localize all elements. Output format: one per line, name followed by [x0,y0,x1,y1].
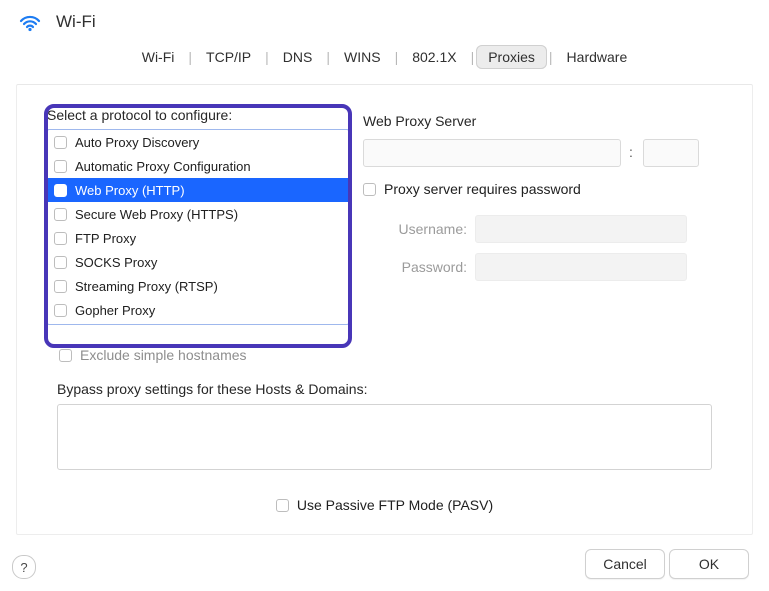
tab-bar: Wi-Fi | TCP/IP | DNS | WINS | 802.1X | P… [0,42,769,72]
proxy-port-input[interactable] [643,139,699,167]
tab-separator: | [324,49,332,65]
protocol-row-gopher[interactable]: Gopher Proxy [48,298,348,322]
protocol-label-text: FTP Proxy [75,231,136,246]
checkbox[interactable] [54,256,67,269]
bottom-bar: ? Cancel OK [0,543,769,579]
help-button[interactable]: ? [12,555,36,579]
checkbox[interactable] [276,499,289,512]
checkbox[interactable] [54,184,67,197]
protocol-label-text: SOCKS Proxy [75,255,157,270]
checkbox[interactable] [54,160,67,173]
protocol-label-text: Streaming Proxy (RTSP) [75,279,218,294]
checkbox[interactable] [363,183,376,196]
wifi-proxies-window: Wi-Fi Wi-Fi | TCP/IP | DNS | WINS | 802.… [0,0,769,591]
tab-wifi[interactable]: Wi-Fi [130,45,187,70]
checkbox[interactable] [54,280,67,293]
window-title: Wi-Fi [56,12,96,32]
protocol-row-rtsp[interactable]: Streaming Proxy (RTSP) [48,274,348,298]
checkbox[interactable] [54,208,67,221]
tab-separator: | [547,49,555,65]
exclude-simple-hostnames-row[interactable]: Exclude simple hostnames [59,347,247,363]
tab-dns[interactable]: DNS [271,45,325,70]
protocol-section: Select a protocol to configure: Auto Pro… [47,107,349,325]
passive-ftp-label: Use Passive FTP Mode (PASV) [297,497,493,513]
proxy-host-input[interactable] [363,139,621,167]
tab-proxies[interactable]: Proxies [476,45,547,70]
exclude-simple-hostnames-label: Exclude simple hostnames [80,347,247,363]
checkbox[interactable] [59,349,72,362]
bypass-textarea[interactable] [57,404,712,470]
protocol-label-text: Automatic Proxy Configuration [75,159,251,174]
checkbox[interactable] [54,304,67,317]
tab-wins[interactable]: WINS [332,45,393,70]
ok-button[interactable]: OK [669,549,749,579]
protocol-label-text: Gopher Proxy [75,303,155,318]
protocol-row-auto-config[interactable]: Automatic Proxy Configuration [48,154,348,178]
requires-password-row[interactable]: Proxy server requires password [363,181,581,197]
tab-separator: | [186,49,194,65]
password-label: Password: [385,259,467,275]
protocol-row-https[interactable]: Secure Web Proxy (HTTPS) [48,202,348,226]
web-proxy-server-label: Web Proxy Server [363,113,476,129]
password-input [475,253,687,281]
passive-ftp-row[interactable]: Use Passive FTP Mode (PASV) [17,497,752,513]
tab-separator: | [263,49,271,65]
protocol-label-text: Web Proxy (HTTP) [75,183,185,198]
checkbox[interactable] [54,136,67,149]
protocol-list[interactable]: Auto Proxy Discovery Automatic Proxy Con… [47,129,349,325]
username-label: Username: [385,221,467,237]
password-row: Password: [385,253,687,281]
cancel-button[interactable]: Cancel [585,549,665,579]
username-row: Username: [385,215,687,243]
protocol-row-socks[interactable]: SOCKS Proxy [48,250,348,274]
titlebar: Wi-Fi [0,0,769,44]
username-input [475,215,687,243]
protocol-section-label: Select a protocol to configure: [47,107,349,123]
bypass-label: Bypass proxy settings for these Hosts & … [57,381,367,397]
tab-8021x[interactable]: 802.1X [400,45,468,70]
host-port-separator: : [629,144,633,160]
tab-separator: | [393,49,401,65]
protocol-row-http[interactable]: Web Proxy (HTTP) [48,178,348,202]
protocol-label-text: Auto Proxy Discovery [75,135,199,150]
tab-hardware[interactable]: Hardware [555,45,640,70]
checkbox[interactable] [54,232,67,245]
protocol-row-ftp[interactable]: FTP Proxy [48,226,348,250]
wifi-icon [16,8,44,36]
tab-tcpip[interactable]: TCP/IP [194,45,263,70]
tab-separator: | [469,49,477,65]
protocol-label-text: Secure Web Proxy (HTTPS) [75,207,238,222]
proxies-panel: Select a protocol to configure: Auto Pro… [16,84,753,535]
protocol-row-auto-discovery[interactable]: Auto Proxy Discovery [48,130,348,154]
requires-password-label: Proxy server requires password [384,181,581,197]
